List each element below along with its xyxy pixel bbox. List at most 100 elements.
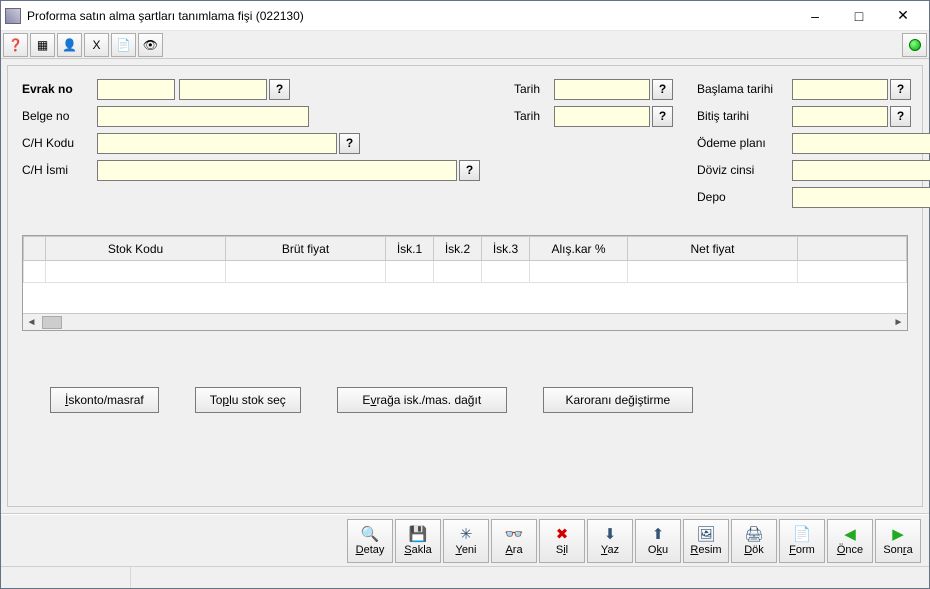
evrak-no-1-input[interactable] [97, 79, 175, 100]
dok-button[interactable]: 🖨 Dök [731, 519, 777, 563]
grid-header-brut-fiyat[interactable]: Brüt fiyat [226, 237, 386, 261]
xls-icon[interactable]: X [84, 33, 109, 57]
sonra-button[interactable]: ▶Sonra [875, 519, 921, 563]
scroll-right-arrow[interactable]: ► [890, 315, 907, 330]
evrak-no-lookup-button[interactable]: ? [269, 79, 290, 100]
minimize-button[interactable]: – [793, 2, 837, 30]
depo-input[interactable] [792, 187, 930, 208]
form-label: Form [789, 545, 815, 556]
tarih1-label: Tarih [514, 82, 554, 96]
form-icon: 📄 [793, 525, 811, 543]
user-icon[interactable]: 👤 [57, 33, 82, 57]
dok-icon: 🖨 [745, 525, 763, 543]
grid-header-isk2[interactable]: İsk.2 [434, 237, 482, 261]
sil-label: Sil [556, 545, 568, 556]
tarih2-input[interactable] [554, 106, 650, 127]
table-row[interactable] [24, 283, 907, 305]
detay-button[interactable]: 🔍Detay [347, 519, 393, 563]
oku-icon: ⬆ [649, 525, 667, 543]
resim-label: Resim [690, 545, 721, 556]
note-icon[interactable]: 📄 [111, 33, 136, 57]
tarih2-lookup-button[interactable]: ? [652, 106, 673, 127]
scroll-left-arrow[interactable]: ◄ [23, 315, 40, 330]
sil-button[interactable]: ✖ Sil [539, 519, 585, 563]
yaz-button[interactable]: ⬇ Yaz [587, 519, 633, 563]
baslama-lookup-button[interactable]: ? [890, 79, 911, 100]
action-row: İskonto/masraf Toplu stok seç Evrağa isk… [22, 387, 908, 413]
dok-label: Dök [744, 545, 764, 556]
titlebar: Proforma satın alma şartları tanımlama f… [1, 1, 929, 31]
grid-header-stok-kodu[interactable]: Stok Kodu [46, 237, 226, 261]
grid-header-isk3[interactable]: İsk.3 [482, 237, 530, 261]
once-button[interactable]: ◀Önce [827, 519, 873, 563]
baslama-input[interactable] [792, 79, 888, 100]
grid-header-row: Stok Kodu Brüt fiyat İsk.1 İsk.2 İsk.3 A… [24, 237, 907, 261]
close-button[interactable]: ✕ [881, 2, 925, 30]
bitis-label: Bitiş tarihi [697, 109, 792, 123]
status-cell-1 [1, 567, 131, 588]
depo-label: Depo [697, 190, 792, 204]
sonra-label: Sonra [883, 545, 912, 556]
ch-ismi-label: C/H İsmi [22, 163, 97, 177]
once-label: Önce [837, 545, 863, 556]
eye-icon[interactable]: 👁 [138, 33, 163, 57]
iskonto-masraf-button[interactable]: İskonto/masraf [50, 387, 159, 413]
odeme-input[interactable] [792, 133, 930, 154]
bottom-toolbar: 🔍Detay💾Sakla ✳ Yeni 👓Ara ✖ Sil ⬇ Yaz ⬆Oku 🖼 Resim 🖨… [1, 514, 929, 566]
scroll-thumb[interactable] [42, 316, 62, 329]
grid-header-extra[interactable] [798, 237, 907, 261]
ch-kodu-input[interactable] [97, 133, 337, 154]
doviz-label: Döviz cinsi [697, 163, 792, 177]
toplu-stok-sec-button[interactable]: Toplu stok seç [195, 387, 301, 413]
items-grid[interactable]: Stok Kodu Brüt fiyat İsk.1 İsk.2 İsk.3 A… [22, 235, 908, 331]
app-window: Proforma satın alma şartları tanımlama f… [0, 0, 930, 589]
yeni-label: Yeni [455, 545, 476, 556]
grid-header-alis-kar[interactable]: Alış.kar % [530, 237, 628, 261]
ch-kodu-lookup-button[interactable]: ? [339, 133, 360, 154]
karorani-degistirme-button[interactable]: Karoranı değiştirme [543, 387, 693, 413]
main-panel: Evrak no ? Belge no C/H Kodu ? [7, 65, 923, 507]
oku-button[interactable]: ⬆Oku [635, 519, 681, 563]
grid-header-isk1[interactable]: İsk.1 [386, 237, 434, 261]
evrak-no-label: Evrak no [22, 82, 97, 96]
doviz-input[interactable] [792, 160, 930, 181]
resim-icon: 🖼 [697, 525, 715, 543]
status-indicator[interactable] [902, 33, 927, 57]
form-col-2: Tarih ? Tarih ? [384, 76, 673, 211]
evrak-no-2-input[interactable] [179, 79, 267, 100]
baslama-label: Başlama tarihi [697, 82, 792, 96]
content-area: Evrak no ? Belge no C/H Kodu ? [1, 59, 929, 514]
bitis-input[interactable] [792, 106, 888, 127]
resim-button[interactable]: 🖼 Resim [683, 519, 729, 563]
ara-label: Ara [505, 545, 522, 556]
yaz-label: Yaz [601, 545, 619, 556]
tarih1-input[interactable] [554, 79, 650, 100]
help-icon[interactable]: ❓ [3, 33, 28, 57]
table-row[interactable] [24, 261, 907, 283]
form-button[interactable]: 📄 Form [779, 519, 825, 563]
grid-icon[interactable]: ▦ [30, 33, 55, 57]
yaz-icon: ⬇ [601, 525, 619, 543]
window-title: Proforma satın alma şartları tanımlama f… [27, 9, 793, 23]
grid-horizontal-scrollbar[interactable]: ◄ ► [23, 313, 907, 330]
maximize-button[interactable]: □ [837, 2, 881, 30]
app-icon [5, 8, 21, 24]
detay-label: Detay [356, 545, 385, 556]
ara-button[interactable]: 👓Ara [491, 519, 537, 563]
yeni-button[interactable]: ✳ Yeni [443, 519, 489, 563]
sakla-label: Sakla [404, 545, 432, 556]
statusbar [1, 566, 929, 588]
yeni-icon: ✳ [457, 525, 475, 543]
bitis-lookup-button[interactable]: ? [890, 106, 911, 127]
grid-header-blank[interactable] [24, 237, 46, 261]
tarih2-label: Tarih [514, 109, 554, 123]
belge-no-label: Belge no [22, 109, 97, 123]
tarih1-lookup-button[interactable]: ? [652, 79, 673, 100]
sil-icon: ✖ [553, 525, 571, 543]
evraga-dagit-button[interactable]: Evrağa isk./mas. dağıt [337, 387, 507, 413]
sakla-button[interactable]: 💾Sakla [395, 519, 441, 563]
top-toolbar: ❓ ▦ 👤 X 📄 👁 [1, 31, 929, 59]
grid-header-net-fiyat[interactable]: Net fiyat [628, 237, 798, 261]
status-cell-2 [131, 567, 929, 588]
belge-no-input[interactable] [97, 106, 309, 127]
